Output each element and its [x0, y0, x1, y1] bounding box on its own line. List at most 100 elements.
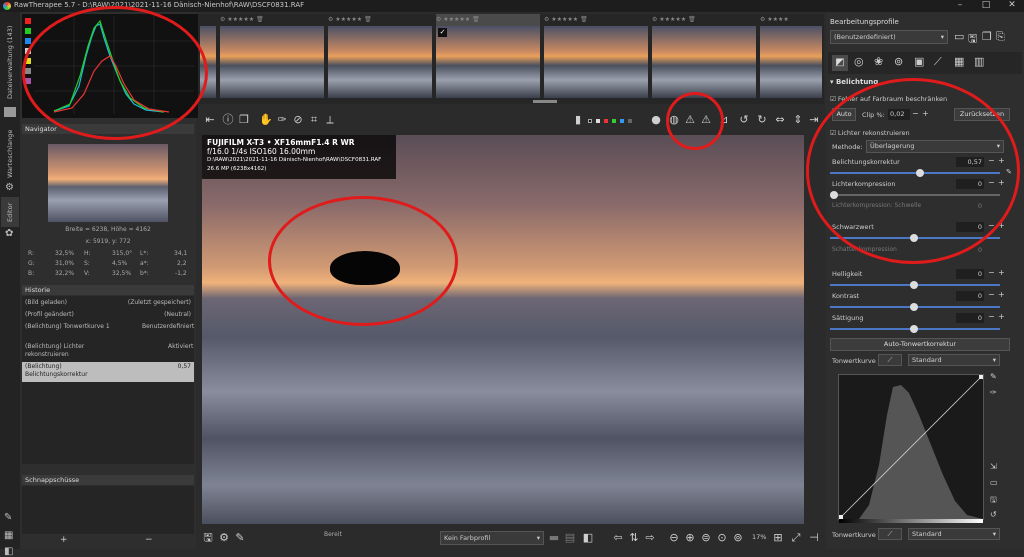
history-item[interactable]: (Belichtung) Tonwertkurve 1 Benutzerdefin…: [22, 322, 194, 342]
fullscreen-icon[interactable]: ⤢: [788, 530, 804, 546]
preview-green-icon[interactable]: [612, 119, 616, 123]
save-icon[interactable]: 🖫: [200, 530, 216, 546]
remove-snapshot-button[interactable]: −: [145, 535, 153, 545]
tone-curve-graph[interactable]: [838, 374, 984, 520]
edit-pen-icon[interactable]: ✎: [4, 512, 12, 523]
previous-image-icon[interactable]: ⇦: [610, 530, 626, 546]
contrast-increment[interactable]: +: [998, 290, 1005, 299]
metadata-tab-icon[interactable]: ▥: [974, 55, 984, 68]
zoom-in-icon[interactable]: ⊕: [682, 530, 698, 546]
transform-tab-icon[interactable]: ▣: [914, 55, 924, 68]
navigator-preview[interactable]: [48, 144, 168, 222]
tab-dateiverwaltung[interactable]: Dateiverwaltung (143): [1, 22, 19, 102]
curve-reset-icon[interactable]: ↺: [990, 510, 997, 519]
curve-open-icon[interactable]: ▭: [990, 478, 998, 487]
saturation-increment[interactable]: +: [998, 312, 1005, 321]
histogram-red-toggle[interactable]: [25, 18, 31, 24]
curve-edit-icon[interactable]: ✎: [990, 372, 997, 381]
hand-tool-icon[interactable]: ✋: [258, 112, 274, 128]
contrast-decrement[interactable]: −: [988, 290, 995, 299]
saturation-decrement[interactable]: −: [988, 312, 995, 321]
hide-left-panel-icon[interactable]: ⇤: [202, 112, 218, 128]
contrast-value[interactable]: 0: [956, 291, 984, 301]
thumbnail-selected[interactable]: ⚙ ★★★★★ 🗑 ✓: [436, 14, 540, 98]
external-editor-icon[interactable]: ✎: [232, 530, 248, 546]
histogram-blue-toggle[interactable]: [25, 38, 31, 44]
saturation-slider[interactable]: [830, 325, 1000, 333]
sync-icon[interactable]: ⇅: [626, 530, 642, 546]
straighten-icon[interactable]: ⟂: [322, 112, 338, 128]
zoom-100-icon[interactable]: ⊚: [730, 530, 746, 546]
thumbnail[interactable]: ⚙ ★★★★★ 🗑: [220, 14, 324, 98]
auto-levels-button[interactable]: Auto-Tonwertkorrektur: [830, 338, 1010, 351]
brightness-decrement[interactable]: −: [988, 268, 995, 277]
thumbnail[interactable]: ⚙ ★★★★★ 🗑: [652, 14, 756, 98]
advanced-tab-icon[interactable]: ⊚: [894, 55, 903, 68]
layout-icon[interactable]: ◧: [4, 546, 13, 557]
history-item[interactable]: (Belichtung) Lichter rekonstruieren Aktiv…: [22, 342, 193, 362]
close-button[interactable]: ✕: [1002, 0, 1022, 12]
focus-mask-icon[interactable]: ▮: [570, 112, 586, 128]
softproof-icon[interactable]: ▤: [562, 530, 578, 546]
exposure-tab-icon[interactable]: ◩: [832, 55, 848, 71]
flip-vertical-icon[interactable]: ⇕: [790, 112, 806, 128]
checkbox[interactable]: ☑: [830, 95, 838, 103]
slider-knob[interactable]: [910, 325, 918, 333]
curve-save-icon[interactable]: 🖫: [990, 494, 997, 508]
minimize-button[interactable]: –: [950, 0, 970, 12]
slider-knob[interactable]: [910, 303, 918, 311]
curve-type-icon[interactable]: ⟋: [878, 354, 902, 366]
brightness-value[interactable]: 0: [956, 269, 984, 279]
raw-tab-icon[interactable]: ⟋: [934, 55, 942, 69]
grid-icon[interactable]: ▦: [4, 530, 13, 541]
color-tab-icon[interactable]: ❀: [874, 55, 883, 68]
tone-curve-2-select[interactable]: Standard ▾: [908, 528, 1000, 540]
wavelet-tab-icon[interactable]: ▦: [954, 55, 964, 68]
zoom-out-icon[interactable]: ⊖: [666, 530, 682, 546]
contrast-slider[interactable]: [830, 303, 1000, 311]
preview-red-icon[interactable]: [604, 119, 608, 123]
tone-curve-1-select[interactable]: Standard ▾: [908, 354, 1000, 366]
thumbnail[interactable]: ⚙ ★★★★★ 🗑: [328, 14, 432, 98]
tab-warteschlange[interactable]: Warteschlange: [1, 124, 19, 184]
rotate-left-icon[interactable]: ↺: [736, 112, 752, 128]
preview-mode-icon[interactable]: ●: [648, 112, 664, 128]
new-window-icon[interactable]: ⊞: [770, 530, 786, 546]
collapse-icon[interactable]: ⊣: [806, 530, 822, 546]
send-to-queue-icon[interactable]: ⚙: [216, 530, 232, 546]
thumbnail[interactable]: ⚙ ★★★★: [760, 14, 822, 98]
next-image-icon[interactable]: ⇨: [642, 530, 658, 546]
history-item-selected[interactable]: (Belichtung) Belichtungskorrektur 0,57: [22, 362, 194, 382]
output-profile-select[interactable]: Kein Farbprofil ▾: [440, 531, 544, 545]
info-icon[interactable]: ⓘ: [220, 112, 236, 128]
thumbnail[interactable]: ⚙ ★★★★★ 🗑: [544, 14, 648, 98]
tab-editor[interactable]: Editor: [1, 197, 19, 227]
printer-icon[interactable]: ▬: [546, 530, 562, 546]
saturation-value[interactable]: 0: [956, 313, 984, 323]
profile-select[interactable]: (Benutzerdefiniert) ▾: [830, 30, 948, 44]
color-picker-icon[interactable]: ✑: [274, 112, 290, 128]
paste-profile-icon[interactable]: ⎘: [996, 30, 1005, 44]
brightness-increment[interactable]: +: [998, 268, 1005, 277]
tone-curve-editor[interactable]: [838, 374, 984, 523]
brightness-slider[interactable]: [830, 281, 1000, 289]
crop-icon[interactable]: ⌗: [306, 112, 322, 128]
zoom-fit-icon[interactable]: ⊜: [698, 530, 714, 546]
image-viewer[interactable]: [202, 135, 804, 524]
preview-luminance-icon[interactable]: [628, 119, 632, 123]
save-profile-icon[interactable]: 🖫: [968, 30, 977, 49]
preview-black-icon[interactable]: [588, 119, 592, 123]
curve-picker-icon[interactable]: ✑: [990, 388, 997, 397]
curve-link-icon[interactable]: ⇲: [990, 462, 997, 471]
filmstrip-resize-handle[interactable]: [533, 100, 557, 103]
rotate-right-icon[interactable]: ↻: [754, 112, 770, 128]
curve-type-icon[interactable]: ⟋: [878, 528, 902, 540]
slider-knob[interactable]: [910, 281, 918, 289]
preview-white-icon[interactable]: [596, 119, 600, 123]
detail-tab-icon[interactable]: ◎: [854, 55, 864, 68]
histogram-green-toggle[interactable]: [25, 28, 31, 34]
gamut-icon[interactable]: ◧: [580, 530, 596, 546]
white-balance-icon[interactable]: ⊘: [290, 112, 306, 128]
maximize-button[interactable]: □: [976, 0, 996, 12]
flip-horizontal-icon[interactable]: ⇔: [772, 112, 788, 128]
